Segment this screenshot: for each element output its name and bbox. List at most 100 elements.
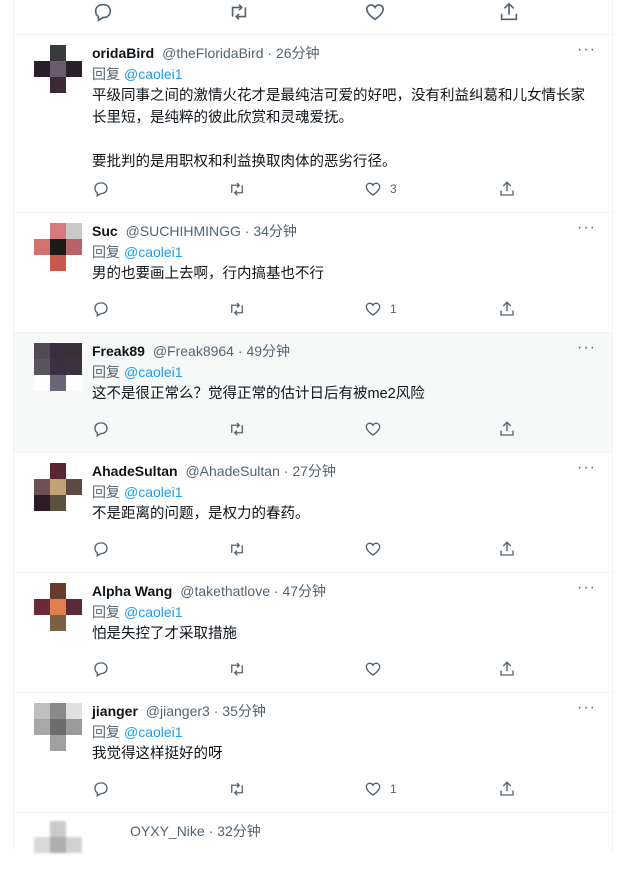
user-handle[interactable]: @jianger3	[146, 703, 210, 719]
mention-link[interactable]: @caolei1	[124, 724, 183, 740]
timestamp[interactable]: 34分钟	[253, 223, 297, 239]
share-button[interactable]	[498, 0, 520, 24]
replying-to: 回复 @caolei1	[92, 601, 596, 623]
replying-to: 回复 @caolei1	[92, 361, 596, 383]
replying-to: 回复 @caolei1	[92, 721, 596, 743]
retweet-button[interactable]	[228, 0, 250, 24]
reply-prefix: 回复	[92, 484, 120, 500]
avatar[interactable]	[34, 463, 82, 511]
display-name[interactable]: AhadeSultan	[92, 463, 178, 479]
mention-link[interactable]: @caolei1	[124, 604, 183, 620]
reply-prefix: 回复	[92, 604, 120, 620]
display-name[interactable]: Alpha Wang	[92, 583, 172, 599]
share-button[interactable]	[498, 537, 516, 561]
reply-button[interactable]	[92, 417, 118, 441]
share-icon	[500, 2, 518, 21]
reply-button[interactable]	[92, 777, 118, 801]
like-button[interactable]: 1	[364, 297, 397, 321]
retweet-button[interactable]	[228, 417, 254, 441]
avatar[interactable]	[34, 583, 82, 631]
heart-icon	[365, 542, 381, 556]
retweet-button[interactable]	[228, 537, 254, 561]
timestamp[interactable]: 47分钟	[282, 583, 326, 599]
separator: ·	[273, 583, 279, 599]
retweet-button[interactable]	[228, 177, 254, 201]
reply-button[interactable]	[92, 297, 118, 321]
tweet-text: 怕是失控了才采取措施	[92, 626, 237, 642]
user-handle[interactable]: @takethatlove	[180, 583, 270, 599]
reply-prefix: 回复	[92, 244, 120, 260]
reply-tweet[interactable]: ··· Suc @SUCHIHMINGG · 34分钟 回复 @caolei1 男…	[14, 213, 612, 333]
reply-tweet[interactable]: ··· oridaBird @theFloridaBird · 26分钟 回复 @…	[14, 35, 612, 213]
retweet-button[interactable]	[228, 777, 254, 801]
reply-icon	[94, 662, 108, 677]
display-name[interactable]: oridaBird	[92, 45, 154, 61]
reply-tweet[interactable]: ··· AhadeSultan @AhadeSultan · 27分钟 回复 @c…	[14, 453, 612, 573]
share-button[interactable]	[498, 177, 516, 201]
separator: ·	[208, 823, 214, 839]
like-button[interactable]	[364, 0, 386, 24]
share-icon	[500, 301, 514, 316]
tweet-text: 这不是很正常么？觉得正常的估计日后有被me2风险	[92, 386, 425, 402]
user-handle[interactable]: @Freak8964	[153, 343, 234, 359]
heart-icon	[365, 4, 385, 21]
avatar[interactable]	[34, 703, 82, 751]
retweet-icon	[231, 662, 243, 676]
like-button[interactable]	[364, 537, 390, 561]
share-button[interactable]	[498, 417, 516, 441]
retweet-button[interactable]	[228, 657, 254, 681]
retweet-button[interactable]	[228, 297, 254, 321]
replying-to: 回复 @caolei1	[92, 481, 596, 503]
tweet-text: 不是距离的问题，是权力的春药。	[92, 506, 310, 522]
reply-button[interactable]	[92, 657, 118, 681]
reply-icon	[94, 3, 112, 22]
avatar[interactable]	[34, 343, 82, 391]
timestamp[interactable]: 32分钟	[217, 823, 261, 839]
reply-button[interactable]	[92, 177, 118, 201]
retweet-icon	[231, 302, 243, 316]
share-button[interactable]	[498, 777, 516, 801]
separator: ·	[283, 463, 289, 479]
mention-link[interactable]: @caolei1	[124, 364, 183, 380]
reply-button[interactable]	[92, 537, 118, 561]
mention-link[interactable]: @caolei1	[124, 244, 183, 260]
reply-icon	[94, 782, 108, 797]
like-button[interactable]	[364, 657, 390, 681]
timestamp[interactable]: 27分钟	[292, 463, 336, 479]
display-name[interactable]: jianger	[92, 703, 138, 719]
reply-tweet[interactable]: ··· Freak89 @Freak8964 · 49分钟 回复 @caolei1…	[14, 333, 612, 453]
like-button[interactable]: 3	[364, 177, 397, 201]
heart-icon	[365, 302, 381, 316]
mention-link[interactable]: @caolei1	[124, 66, 183, 82]
reply-tweet[interactable]: ··· jianger @jianger3 · 35分钟 回复 @caolei1 …	[14, 693, 612, 813]
reply-tweet[interactable]: ··· Alpha Wang @takethatlove · 47分钟 回复 @c…	[14, 573, 612, 693]
share-button[interactable]	[498, 657, 516, 681]
replying-to: 回复 @caolei1	[92, 63, 596, 85]
like-button[interactable]	[364, 417, 390, 441]
display-name[interactable]: Freak89	[92, 343, 145, 359]
retweet-icon	[231, 542, 243, 556]
user-handle[interactable]: @AhadeSultan	[185, 463, 279, 479]
display-name[interactable]: Suc	[92, 223, 118, 239]
retweet-icon	[231, 782, 243, 796]
share-button[interactable]	[498, 297, 516, 321]
avatar[interactable]	[34, 821, 82, 869]
reply-tweet-partial[interactable]: OYXY_Nike · 32分钟	[14, 813, 612, 869]
tweet-text: 男的也要画上去啊，行内搞基也不行	[92, 266, 324, 282]
timestamp[interactable]: 49分钟	[246, 343, 290, 359]
reply-prefix: 回复	[92, 66, 120, 82]
user-handle[interactable]: @theFloridaBird	[162, 45, 263, 61]
avatar[interactable]	[34, 223, 82, 271]
avatar[interactable]	[34, 45, 82, 93]
reply-icon	[94, 542, 108, 557]
reply-prefix: 回复	[92, 364, 120, 380]
user-handle[interactable]: OYXY_Nike	[130, 823, 205, 839]
reply-prefix: 回复	[92, 724, 120, 740]
mention-link[interactable]: @caolei1	[124, 484, 183, 500]
timestamp[interactable]: 35分钟	[222, 703, 266, 719]
reply-button[interactable]	[92, 0, 114, 24]
user-handle[interactable]: @SUCHIHMINGG	[126, 223, 241, 239]
timestamp[interactable]: 26分钟	[276, 45, 320, 61]
retweet-icon	[231, 422, 243, 436]
like-button[interactable]: 1	[364, 777, 397, 801]
